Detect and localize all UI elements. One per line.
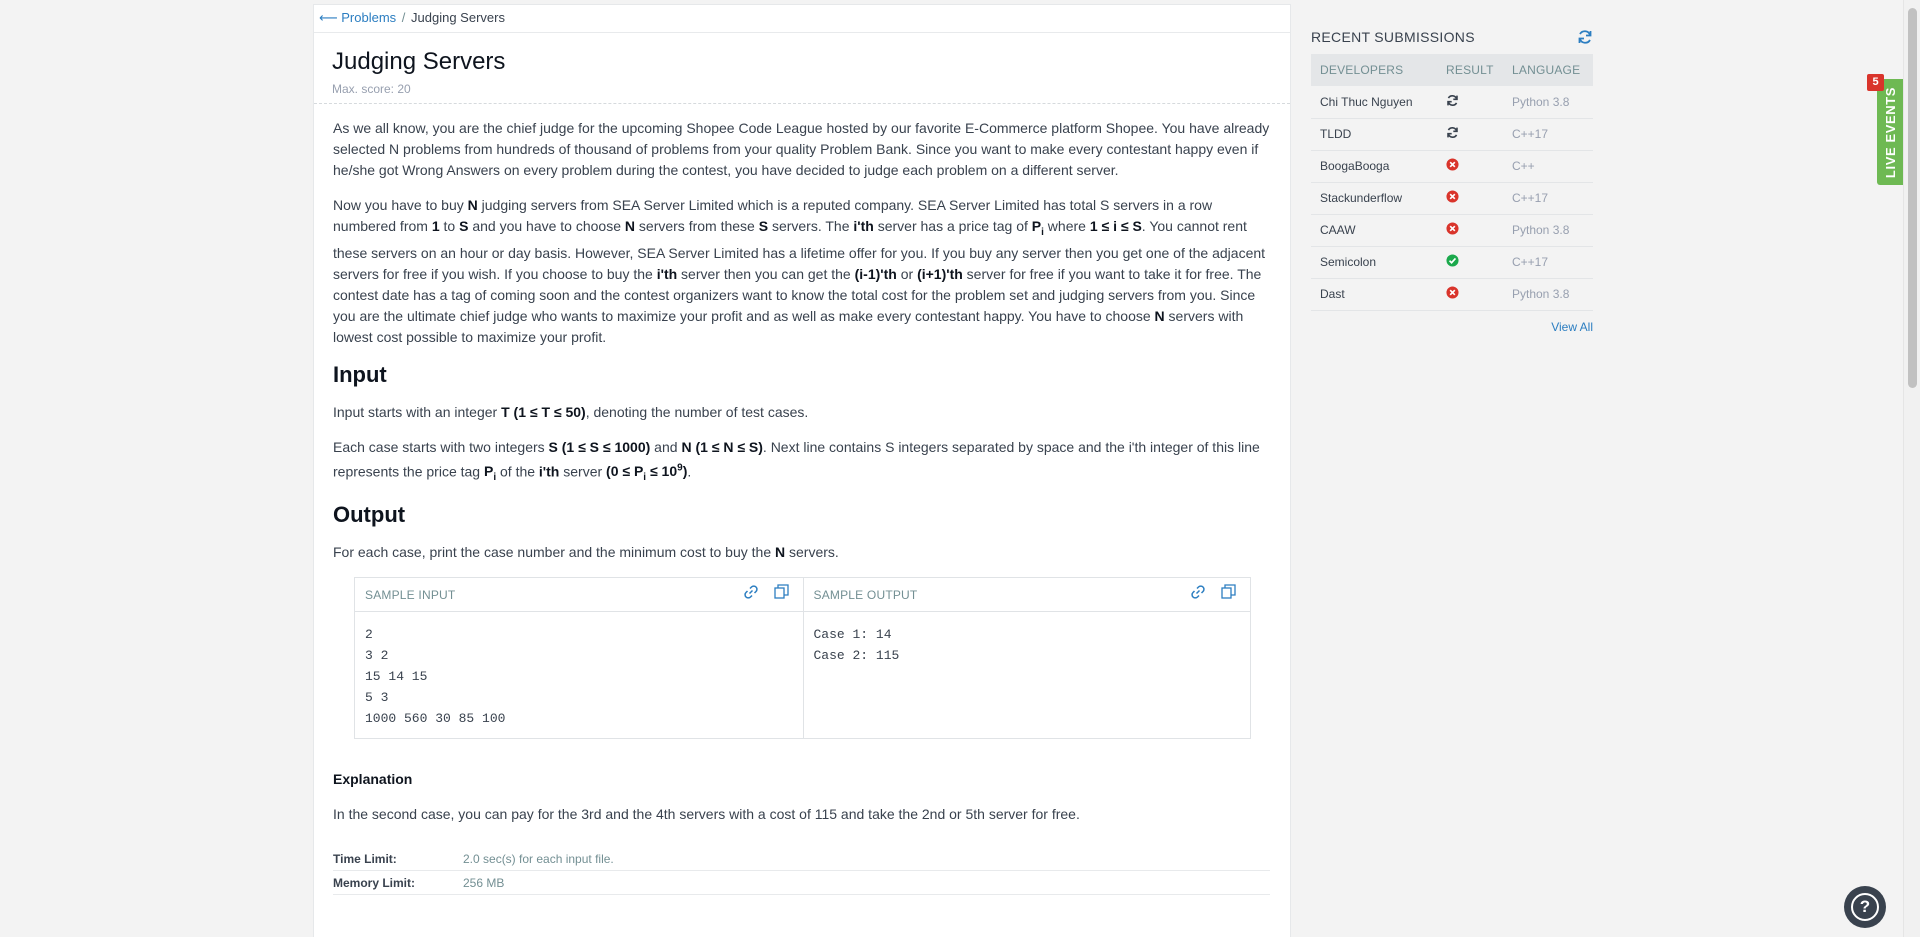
submission-row: Chi Thuc Nguyen Python 3.8 — [1311, 86, 1593, 119]
submissions-table: DEVELOPERS RESULT LANGUAGE Chi Thuc Nguy… — [1311, 54, 1593, 311]
limit-row-memory: Memory Limit: 256 MB — [333, 871, 1270, 896]
submission-row: BoogaBooga C++ — [1311, 150, 1593, 183]
live-events-badge: 5 — [1867, 74, 1884, 91]
check-icon — [1446, 254, 1459, 270]
page-title: Judging Servers — [332, 48, 506, 75]
refresh-icon — [1446, 127, 1459, 142]
col-developers: DEVELOPERS — [1311, 54, 1437, 86]
refresh-icon[interactable] — [1577, 29, 1593, 45]
memory-limit-value: 256 MB — [463, 876, 505, 891]
submission-row: TLDD C++17 — [1311, 118, 1593, 151]
submission-row: Dast Python 3.8 — [1311, 278, 1593, 311]
problem-panel: ⟵ Problems / Judging Servers Judging Ser… — [313, 4, 1291, 937]
problems-link[interactable]: ⟵ Problems — [319, 10, 396, 25]
sample-input-label: SAMPLE INPUT — [365, 588, 456, 603]
problem-header: Judging Servers Max. score: 20 — [314, 33, 1290, 104]
copy-icon[interactable] — [1221, 578, 1236, 612]
statement-paragraph-2: Now you have to buy N judging servers fr… — [333, 197, 1266, 345]
submission-row: CAAW Python 3.8 — [1311, 214, 1593, 247]
developer-name[interactable]: TLDD — [1311, 118, 1437, 151]
max-score: Max. score: 20 — [332, 82, 411, 96]
language: Python 3.8 — [1503, 214, 1593, 247]
col-result: RESULT — [1437, 54, 1503, 86]
language: C++ — [1503, 150, 1593, 183]
breadcrumb: ⟵ Problems / Judging Servers — [314, 5, 1290, 33]
language: Python 3.8 — [1503, 86, 1593, 119]
help-button[interactable]: ? — [1844, 886, 1886, 928]
explanation-heading: Explanation — [333, 771, 413, 788]
input-line-2: Each case starts with two integers S (1 … — [333, 438, 1260, 484]
view-all-link[interactable]: View All — [1551, 320, 1593, 334]
link-icon[interactable] — [743, 578, 758, 612]
recent-submissions-title: RECENT SUBMISSIONS — [1311, 29, 1475, 45]
developer-name[interactable]: Stackunderflow — [1311, 182, 1437, 215]
submission-row: Stackunderflow C++17 — [1311, 182, 1593, 215]
error-icon — [1446, 222, 1459, 238]
link-icon[interactable] — [1191, 578, 1205, 612]
language: C++17 — [1503, 118, 1593, 151]
developer-name[interactable]: Chi Thuc Nguyen — [1311, 86, 1437, 119]
developer-name[interactable]: Semicolon — [1311, 246, 1437, 279]
input-heading: Input — [333, 361, 387, 387]
copy-icon[interactable] — [773, 578, 789, 612]
breadcrumb-separator: / — [401, 10, 406, 25]
input-line-1: Input starts with an integer T (1 ≤ T ≤ … — [333, 403, 809, 420]
sample-output: SAMPLE OUTPUT Case 1: 14 Case 2: 115 — [802, 578, 1250, 739]
language: C++17 — [1503, 246, 1593, 279]
sample-input: SAMPLE INPUT 2 3 2 15 14 15 5 3 1000 560… — [355, 578, 803, 738]
scrollbar[interactable] — [1903, 0, 1920, 937]
error-icon — [1446, 158, 1459, 174]
time-limit-value: 2.0 sec(s) for each input file. — [463, 852, 614, 867]
question-icon: ? — [1851, 893, 1879, 921]
limits-table: Time Limit: 2.0 sec(s) for each input fi… — [333, 847, 1270, 896]
language: C++17 — [1503, 182, 1593, 215]
statement-paragraph-1: As we all know, you are the chief judge … — [333, 120, 1270, 178]
developer-name[interactable]: BoogaBooga — [1311, 150, 1437, 183]
submission-row: Semicolon C++17 — [1311, 246, 1593, 279]
sample-output-text: Case 1: 14 Case 2: 115 — [813, 627, 900, 664]
language: Python 3.8 — [1503, 278, 1593, 311]
samples-box: SAMPLE INPUT 2 3 2 15 14 15 5 3 1000 560… — [354, 577, 1251, 740]
developer-name[interactable]: CAAW — [1311, 214, 1437, 247]
explanation-text: In the second case, you can pay for the … — [333, 806, 1080, 823]
memory-limit-label: Memory Limit: — [333, 876, 416, 891]
limit-row-time: Time Limit: 2.0 sec(s) for each input fi… — [333, 847, 1270, 872]
col-language: LANGUAGE — [1503, 54, 1593, 86]
output-line: For each case, print the case number and… — [333, 544, 839, 561]
developer-name[interactable]: Dast — [1311, 278, 1437, 311]
live-events-label: LIVE EVENTS — [1883, 86, 1898, 178]
sample-output-label: SAMPLE OUTPUT — [813, 588, 918, 603]
scrollbar-thumb[interactable] — [1908, 8, 1917, 388]
time-limit-label: Time Limit: — [333, 852, 397, 867]
problem-statement: As we all know, you are the chief judge … — [314, 104, 1290, 896]
sample-input-text: 2 3 2 15 14 15 5 3 1000 560 30 85 100 — [365, 627, 506, 727]
output-heading: Output — [333, 502, 406, 528]
error-icon — [1446, 286, 1459, 302]
breadcrumb-current: Judging Servers — [411, 10, 505, 25]
recent-submissions: RECENT SUBMISSIONS DEVELOPERS RESULT LAN… — [1311, 20, 1593, 334]
error-icon — [1446, 190, 1459, 206]
refresh-icon — [1446, 94, 1459, 110]
live-events-tab[interactable]: LIVE EVENTS — [1877, 79, 1904, 185]
